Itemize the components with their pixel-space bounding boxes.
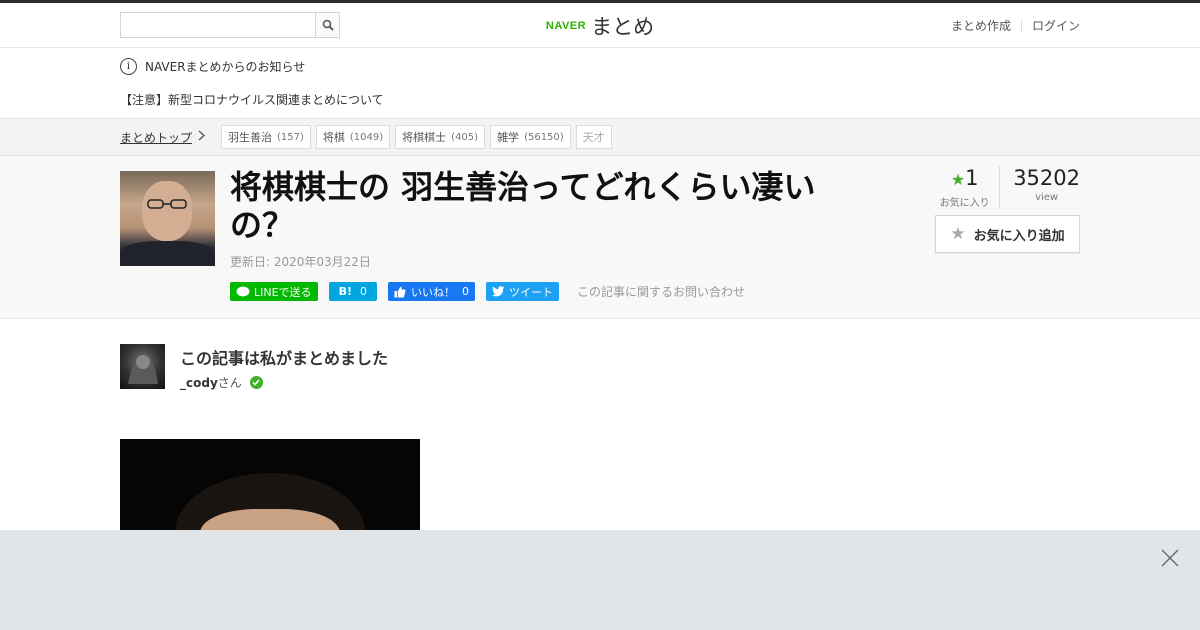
avatar-art — [128, 352, 158, 384]
hatena-count: 0 — [359, 285, 367, 298]
nav-divider — [1020, 19, 1022, 32]
hatena-icon: B! — [338, 285, 352, 298]
share-bar: LINEで送る B! 0 いいね！ 0 ツイート この記事に関するお問い合わせ — [230, 282, 745, 301]
thumbnail-face — [142, 181, 192, 241]
notice-heading: i NAVERまとめからのお知らせ — [120, 58, 305, 75]
view-label: view — [1035, 192, 1059, 203]
search-box — [120, 12, 340, 38]
header-nav: まとめ作成 ログイン — [951, 17, 1080, 34]
line-share-button[interactable]: LINEで送る — [230, 282, 318, 301]
line-icon — [236, 286, 250, 296]
tweet-label: ツイート — [508, 285, 553, 299]
logo-name: まとめ — [591, 15, 655, 39]
twitter-bird-icon — [491, 286, 505, 297]
author-heading: この記事は私がまとめました — [180, 349, 389, 368]
tag-label: 将棋棋士 — [402, 131, 447, 144]
header: NAVER まとめ まとめ作成 ログイン — [0, 3, 1200, 48]
logo-brand: NAVER — [545, 20, 587, 32]
thumbs-up-icon — [394, 286, 406, 297]
facebook-like-count: 0 — [461, 285, 469, 298]
ad-banner — [0, 530, 1200, 630]
search-button[interactable] — [315, 12, 340, 38]
thumbnail-glasses — [147, 199, 187, 209]
view-stat: 35202 view — [1013, 166, 1080, 209]
article-stats: ★1 お気に入り 35202 view — [930, 166, 1080, 209]
favorite-stat: ★1 お気に入り — [930, 166, 1001, 209]
verified-check-icon — [249, 376, 263, 389]
create-matome-link[interactable]: まとめ作成 — [951, 17, 1011, 34]
thumbnail-suit — [120, 241, 215, 266]
tag-label: 雑学 — [497, 131, 520, 144]
tag-count: (405) — [451, 131, 479, 143]
line-share-label: LINEで送る — [254, 285, 312, 299]
site-logo[interactable]: NAVER まとめ — [546, 11, 654, 41]
view-count: 35202 — [1013, 166, 1080, 190]
login-link[interactable]: ログイン — [1032, 17, 1080, 34]
updated-date: 更新日: 2020年03月22日 — [230, 255, 371, 269]
tag-habu[interactable]: 羽生善治 (157) — [221, 125, 311, 149]
tag-trivia[interactable]: 雑学 (56150) — [490, 125, 571, 149]
article-header: 将棋棋士の 羽生善治ってどれくらい凄いの？ 更新日: 2020年03月22日 L… — [0, 156, 1200, 319]
author-name: _cody — [180, 375, 218, 390]
notice-heading-text: NAVERまとめからのお知らせ — [145, 60, 306, 74]
search-icon — [322, 19, 334, 31]
favorite-count: 1 — [965, 166, 979, 190]
hatena-bookmark-button[interactable]: B! 0 — [328, 282, 377, 301]
star-outline-icon: ★ — [950, 224, 966, 244]
breadcrumb: まとめトップ 羽生善治 (157) 将棋 (1049) 将棋棋士 (405) 雑学 (5… — [0, 118, 1200, 156]
author-avatar[interactable] — [120, 344, 165, 389]
article-inquiry-link[interactable]: この記事に関するお問い合わせ — [577, 283, 745, 300]
tag-label: 羽生善治 — [228, 131, 273, 144]
add-favorite-button[interactable]: ★ お気に入り追加 — [935, 215, 1080, 253]
info-icon: i — [120, 58, 137, 75]
tag-count: (157) — [277, 131, 304, 143]
add-favorite-label: お気に入り追加 — [973, 228, 1065, 244]
tag-label: 将棋 — [322, 131, 345, 144]
article-title: 将棋棋士の 羽生善治ってどれくらい凄いの？ — [230, 168, 816, 244]
facebook-like-label: いいね！ — [410, 285, 455, 299]
favorite-label: お気に入り — [939, 198, 990, 209]
close-icon[interactable] — [1160, 548, 1180, 568]
article-thumbnail — [120, 171, 215, 266]
tag-label: 天才 — [582, 131, 605, 144]
author-section: この記事は私がまとめました _cody さん — [120, 319, 1080, 439]
breadcrumb-top-link[interactable]: まとめトップ — [120, 129, 192, 146]
tag-count: (1049) — [349, 131, 384, 143]
article-photo — [120, 439, 420, 530]
star-icon: ★ — [950, 170, 966, 189]
tweet-button[interactable]: ツイート — [485, 282, 559, 301]
search-input[interactable] — [120, 12, 315, 38]
tag-shogi[interactable]: 将棋 (1049) — [315, 125, 391, 149]
author-suffix: さん — [217, 376, 242, 390]
tag-genius[interactable]: 天才 — [575, 125, 612, 149]
tag-count: (56150) — [524, 131, 564, 143]
author-name-row[interactable]: _cody さん — [180, 374, 263, 391]
chevron-right-icon — [198, 130, 205, 144]
tag-shogi-player[interactable]: 将棋棋士 (405) — [395, 125, 486, 149]
notice-section: i NAVERまとめからのお知らせ 【注意】新型コロナウイルス関連まとめについて — [120, 48, 1080, 118]
notice-item-link[interactable]: 【注意】新型コロナウイルス関連まとめについて — [120, 91, 384, 108]
facebook-like-button[interactable]: いいね！ 0 — [387, 282, 475, 301]
